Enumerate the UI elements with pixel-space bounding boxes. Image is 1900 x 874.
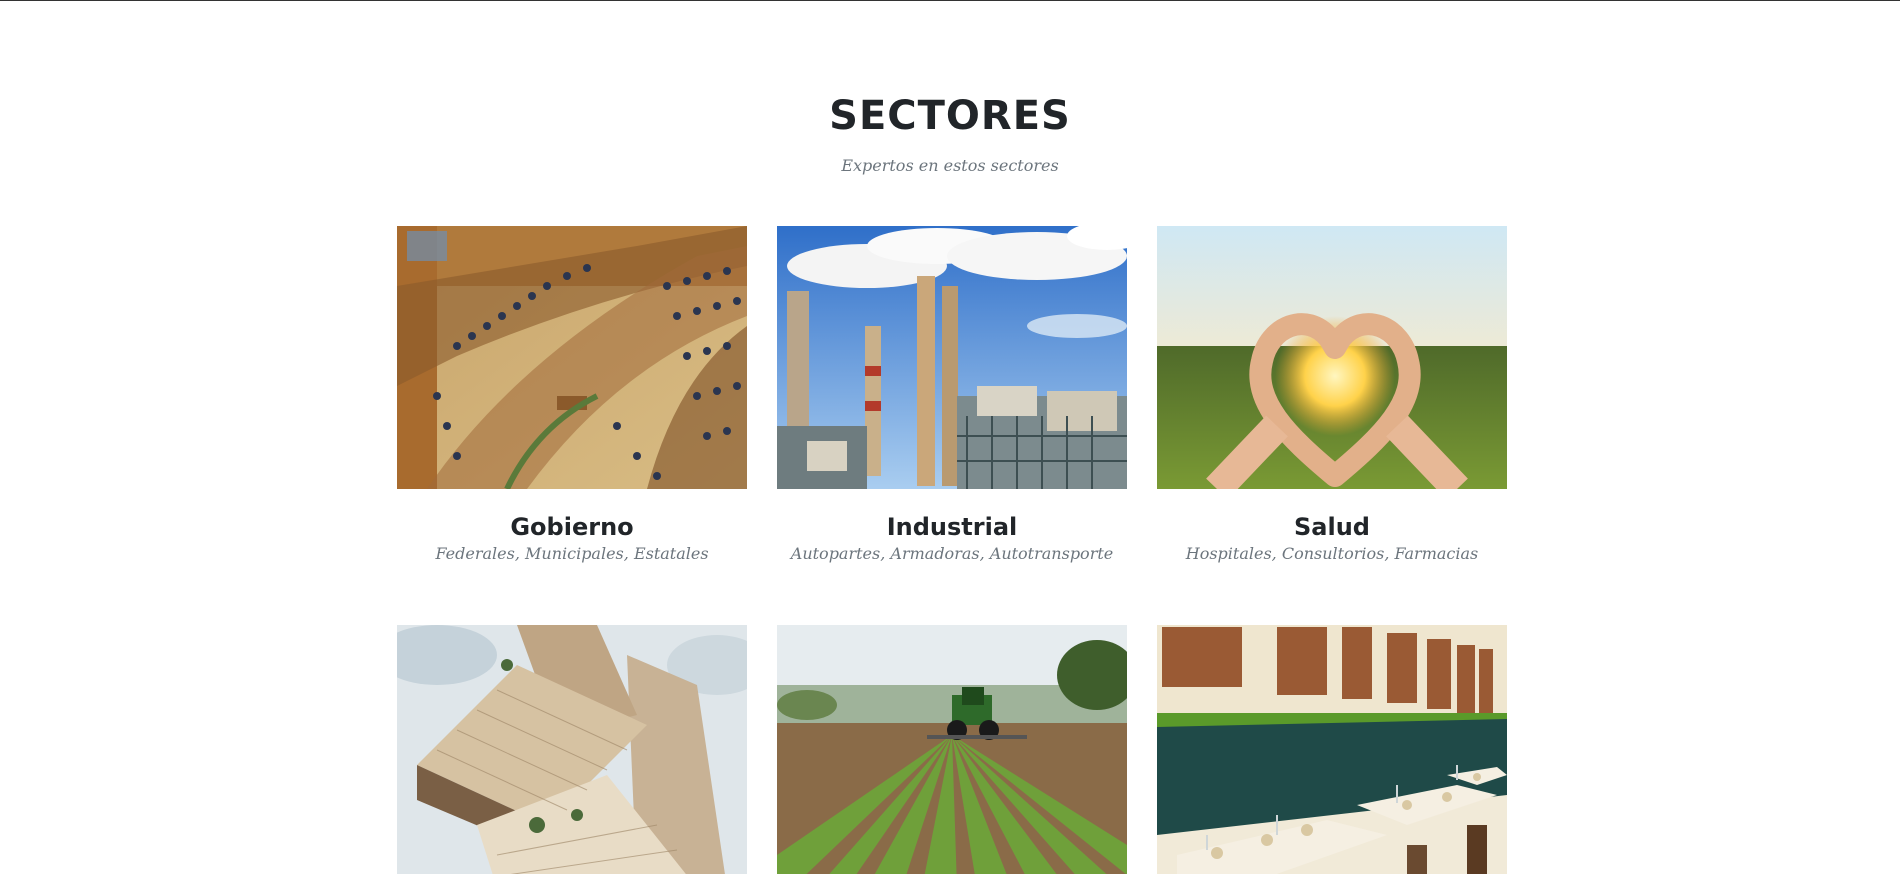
sector-card-salud[interactable]: Salud Hospitales, Consultorios, Farmacia… <box>1157 226 1507 565</box>
tractor-crop-field-image[interactable] <box>777 625 1127 874</box>
card-title: Industrial <box>886 513 1018 541</box>
sector-card-gobierno[interactable]: Gobierno Federales, Municipales, Estatal… <box>397 226 747 565</box>
modern-tower-building-image[interactable] <box>397 625 747 874</box>
heart-hands-sunset-image[interactable] <box>1157 226 1507 489</box>
factory-smokestacks-image[interactable] <box>777 226 1127 489</box>
sector-card-industrial[interactable]: Industrial Autopartes, Armadoras, Autotr… <box>777 226 1127 565</box>
sectors-page: SECTORES Expertos en estos sectores Gobi… <box>0 0 1900 874</box>
sector-card-agricultura[interactable] <box>777 625 1127 874</box>
sector-card-restaurantes[interactable] <box>1157 625 1507 874</box>
section-subtitle: Expertos en estos sectores <box>841 156 1059 175</box>
card-description: Federales, Municipales, Estatales <box>435 544 709 563</box>
parliament-chamber-image[interactable] <box>397 226 747 489</box>
card-title: Gobierno <box>510 513 634 541</box>
sector-card-construccion[interactable] <box>397 625 747 874</box>
section-title: SECTORES <box>829 93 1071 139</box>
restaurant-dining-room-image[interactable] <box>1157 625 1507 874</box>
card-description: Hospitales, Consultorios, Farmacias <box>1185 544 1479 563</box>
card-title: Salud <box>1294 513 1370 541</box>
card-description: Autopartes, Armadoras, Autotransporte <box>790 544 1114 563</box>
